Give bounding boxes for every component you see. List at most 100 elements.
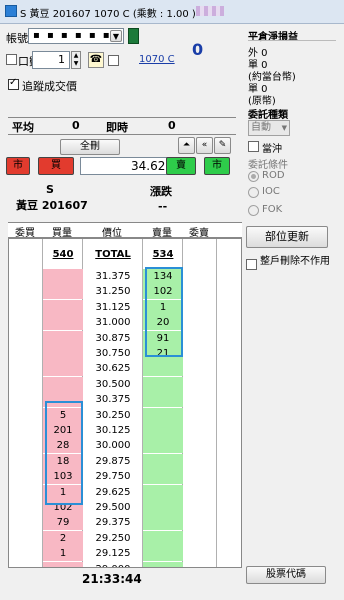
ask-order-cell[interactable]: [183, 500, 217, 515]
ask-order-cell[interactable]: [183, 515, 217, 530]
price-cell[interactable]: 30.125: [83, 423, 143, 438]
bid-order-cell[interactable]: [9, 300, 43, 315]
price-cell[interactable]: 29.375: [83, 515, 143, 530]
bid-order-cell[interactable]: [9, 331, 43, 346]
bid-order-cell[interactable]: [9, 562, 43, 567]
ask-order-cell[interactable]: [183, 377, 217, 392]
ask-volume-cell[interactable]: [143, 376, 183, 392]
price-cell[interactable]: 29.000: [83, 562, 143, 567]
price-cell[interactable]: 31.000: [83, 315, 143, 330]
ask-volume-cell[interactable]: [143, 453, 183, 469]
ioc-radio[interactable]: [248, 187, 259, 198]
bid-volume-cell[interactable]: [43, 315, 83, 331]
price-cell[interactable]: 30.250: [83, 408, 143, 423]
chevron-down-icon[interactable]: ▼: [110, 30, 122, 42]
ask-order-cell[interactable]: [183, 392, 217, 407]
bid-volume-cell[interactable]: 79: [43, 515, 83, 531]
symbol-link[interactable]: 1070 C: [139, 54, 175, 65]
refresh-positions-button[interactable]: 部位更新: [246, 226, 328, 248]
ask-order-cell[interactable]: [183, 331, 217, 346]
fok-radio[interactable]: [248, 205, 259, 216]
bid-order-cell[interactable]: [9, 423, 43, 438]
ask-volume-cell[interactable]: [143, 469, 183, 485]
bid-order-cell[interactable]: [9, 377, 43, 392]
ask-volume-cell[interactable]: [143, 546, 183, 562]
ask-volume-cell[interactable]: [143, 484, 183, 500]
rod-radio[interactable]: [248, 171, 259, 182]
price-cell[interactable]: 31.125: [83, 300, 143, 315]
quote-code-button[interactable]: 股票代碼: [246, 566, 326, 584]
bid-volume-cell[interactable]: [43, 561, 83, 567]
delete-all-checkbox[interactable]: [246, 259, 257, 270]
market-buy-button[interactable]: 市: [6, 157, 30, 175]
bid-order-cell[interactable]: [9, 485, 43, 500]
bid-volume-cell[interactable]: [43, 269, 83, 284]
bid-order-cell[interactable]: [9, 546, 43, 561]
ask-order-cell[interactable]: [183, 438, 217, 453]
track-fills-checkbox[interactable]: ✓: [8, 77, 19, 90]
ask-order-cell[interactable]: [183, 531, 217, 546]
price-cell[interactable]: 30.000: [83, 438, 143, 453]
price-cell[interactable]: 29.750: [83, 469, 143, 484]
account-book-icon[interactable]: [128, 28, 139, 44]
ask-volume-cell[interactable]: [143, 438, 183, 454]
price-cell[interactable]: 30.625: [83, 361, 143, 376]
ask-order-cell[interactable]: [183, 346, 217, 361]
bid-order-cell[interactable]: [9, 469, 43, 484]
bid-order-cell[interactable]: [9, 515, 43, 530]
ask-order-cell[interactable]: [183, 423, 217, 438]
price-cell[interactable]: 29.875: [83, 454, 143, 469]
bid-volume-cell[interactable]: [43, 330, 83, 346]
ask-order-cell[interactable]: [183, 315, 217, 330]
ask-volume-cell[interactable]: [143, 515, 183, 531]
bid-order-cell[interactable]: [9, 500, 43, 515]
ask-volume-cell[interactable]: [143, 561, 183, 567]
ask-order-cell[interactable]: [183, 546, 217, 561]
cancel-all-button[interactable]: 全刪: [60, 139, 120, 155]
ask-order-cell[interactable]: [183, 485, 217, 500]
price-cell[interactable]: 29.250: [83, 531, 143, 546]
bid-volume-cell[interactable]: [43, 376, 83, 392]
scroll-left-icon[interactable]: «: [196, 137, 213, 154]
order-type-select[interactable]: 自動 ▼: [248, 120, 290, 136]
ask-order-cell[interactable]: [183, 408, 217, 423]
bid-order-cell[interactable]: [9, 438, 43, 453]
price-cell[interactable]: 29.125: [83, 546, 143, 561]
ask-order-cell[interactable]: [183, 361, 217, 376]
lots-input[interactable]: 1: [32, 51, 70, 69]
ask-order-cell[interactable]: [183, 454, 217, 469]
ask-order-cell[interactable]: [183, 300, 217, 315]
symbol-checkbox[interactable]: [108, 55, 119, 66]
bid-volume-cell[interactable]: 1: [43, 546, 83, 562]
price-cell[interactable]: 30.500: [83, 377, 143, 392]
lots-checkbox[interactable]: [6, 54, 17, 65]
ask-volume-cell[interactable]: [143, 530, 183, 546]
bid-volume-cell[interactable]: [43, 299, 83, 315]
phone-icon[interactable]: ☎: [88, 52, 104, 68]
price-cell[interactable]: 29.500: [83, 500, 143, 515]
bid-order-cell[interactable]: [9, 315, 43, 330]
bid-order-cell[interactable]: [9, 454, 43, 469]
bid-volume-cell[interactable]: [43, 346, 83, 361]
price-cell[interactable]: 30.875: [83, 331, 143, 346]
ask-order-cell[interactable]: [183, 269, 217, 284]
sell-button[interactable]: 賣: [166, 157, 196, 175]
edit-icon[interactable]: ✎: [214, 137, 231, 154]
price-cell[interactable]: 31.250: [83, 284, 143, 299]
price-cell[interactable]: 30.375: [83, 392, 143, 407]
ask-volume-cell[interactable]: [143, 407, 183, 423]
bid-order-cell[interactable]: [9, 284, 43, 299]
ask-volume-cell[interactable]: [143, 500, 183, 515]
buy-button[interactable]: 買: [38, 157, 74, 175]
ask-order-cell[interactable]: [183, 284, 217, 299]
lots-stepper[interactable]: ▲ ▼: [71, 51, 81, 69]
ask-order-cell[interactable]: [183, 469, 217, 484]
bid-order-cell[interactable]: [9, 531, 43, 546]
bid-order-cell[interactable]: [9, 392, 43, 407]
bid-volume-cell[interactable]: 2: [43, 530, 83, 546]
price-input[interactable]: 34.625: [80, 157, 178, 175]
bid-order-cell[interactable]: [9, 346, 43, 361]
ask-volume-cell[interactable]: [143, 423, 183, 438]
ask-order-cell[interactable]: [183, 562, 217, 567]
price-cell[interactable]: 30.750: [83, 346, 143, 361]
